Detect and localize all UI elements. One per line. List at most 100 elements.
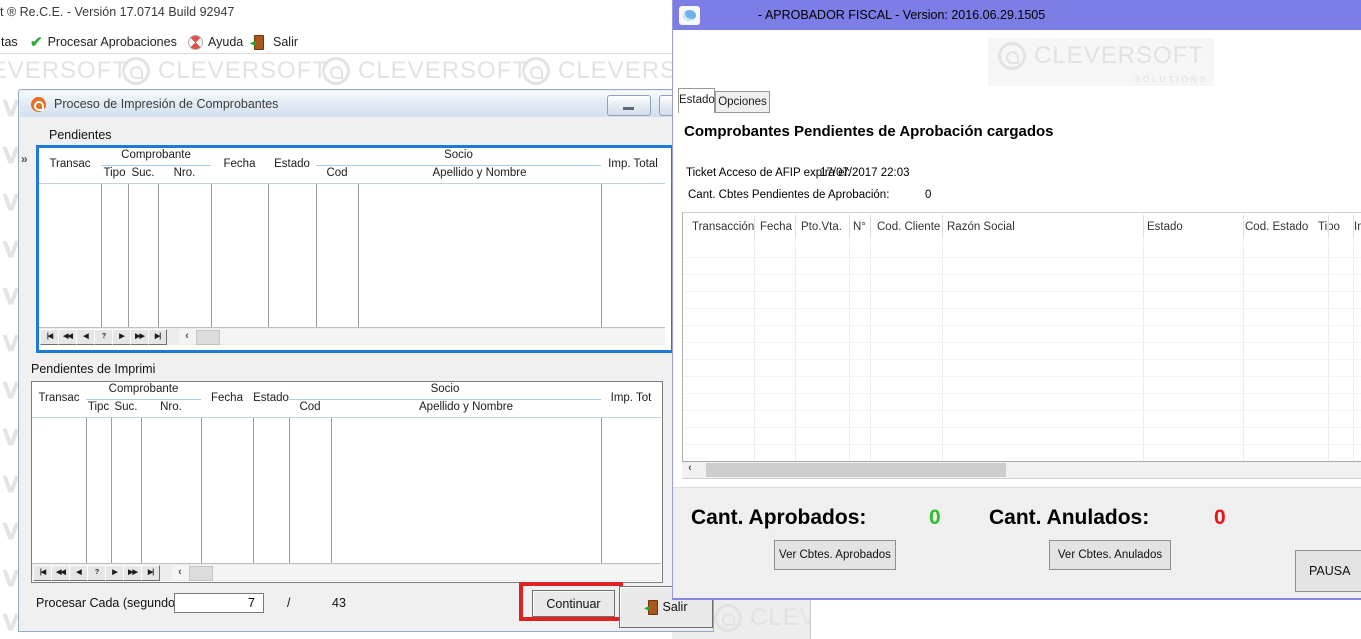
nav-help-button[interactable]: ? — [94, 329, 113, 345]
table1-navigator: |◀ ◀◀ ◀ ? ▶ ▶▶ ▶| ‹ — [39, 327, 665, 345]
pendientes-count-value: 0 — [925, 189, 931, 201]
col-pto-vta: Pto.Vta. — [801, 221, 842, 233]
continuar-button[interactable]: Continuar — [532, 590, 615, 617]
col-estado: Estado — [1147, 221, 1183, 233]
col-suc: Suc. — [128, 167, 158, 179]
col-fecha: Fecha — [201, 392, 253, 404]
pausa-button[interactable]: PAUSA — [1295, 550, 1361, 592]
continuar-label: Continuar — [546, 597, 600, 611]
col-fecha: Fecha — [760, 221, 792, 233]
pendientes-imprimir-label: Pendientes de Imprimi — [31, 362, 155, 376]
nav-prev-page-button[interactable]: ◀◀ — [58, 329, 77, 345]
col-nro: Nro. — [141, 401, 201, 413]
menu-item-procesar-aprobaciones[interactable]: ✔ Procesar Aprobaciones — [30, 31, 177, 53]
ver-aprobados-label: Ver Cbtes. Aprobados — [779, 549, 891, 561]
check-icon: ✔ — [30, 33, 43, 51]
col-nro: Nro. — [158, 167, 211, 179]
col-comprobante: Comprobante — [86, 383, 201, 395]
comprobantes-hscrollbar[interactable]: ‹ — [682, 461, 1361, 479]
col-cod-estado: Cod. Estado — [1245, 221, 1308, 233]
col-numero: N° — [853, 221, 866, 233]
cleversoft-logo-icon — [714, 604, 742, 632]
table1-hscrollbar[interactable]: ‹ — [179, 329, 665, 344]
aprobador-fiscal-window: - APROBADOR FISCAL - Version: 2016.06.29… — [672, 0, 1361, 600]
menu-item-clipped[interactable]: tas — [1, 31, 18, 53]
segundos-input[interactable] — [174, 593, 264, 613]
nav-last-button[interactable]: ▶| — [148, 329, 167, 345]
aprobados-label: Cant. Aprobados: — [691, 506, 866, 530]
cleversoft-logo-icon — [322, 57, 350, 85]
row-marker: » — [21, 152, 28, 166]
menu-item-ayuda-label: Ayuda — [208, 35, 243, 49]
menu-item-salir[interactable]: ◄ Salir — [250, 31, 298, 53]
comprobantes-table[interactable]: Transacción Fecha Pto.Vta. N° Cod. Clien… — [682, 212, 1361, 462]
nav-help-button[interactable]: ? — [87, 565, 106, 581]
anulados-value: 0 — [1214, 506, 1226, 530]
ver-aprobados-button[interactable]: Ver Cbtes. Aprobados — [774, 540, 896, 570]
col-estado: Estado — [268, 158, 316, 170]
nav-prev-button[interactable]: ◀ — [76, 329, 95, 345]
rece-window-title: t ® Re.C.E. - Versión 17.0714 Build 9294… — [0, 5, 640, 19]
col-transac: Transac — [39, 158, 101, 170]
aprobador-window-title: - APROBADOR FISCAL - Version: 2016.06.29… — [758, 8, 1045, 22]
col-imp-total: Imp. Total — [601, 158, 665, 170]
table2-hscrollbar[interactable]: ‹ — [172, 565, 661, 580]
scroll-left-icon[interactable]: ‹ — [682, 462, 698, 476]
col-suc: Suc. — [111, 401, 141, 413]
menu-item-salir-label: Salir — [273, 35, 298, 49]
proceso-impresion-dialog: Proceso de Impresión de Comprobantes Pen… — [18, 89, 714, 632]
col-cod-cliente: Cod. Cliente — [877, 221, 940, 233]
col-imp: Imp — [1354, 221, 1361, 233]
nav-next-button[interactable]: ▶ — [105, 565, 124, 581]
nav-last-button[interactable]: ▶| — [141, 565, 160, 581]
nav-prev-page-button[interactable]: ◀◀ — [51, 565, 70, 581]
cleversoft-logo-icon — [522, 57, 550, 85]
pendientes-count-label: Cant. Cbtes Pendientes de Aprobación: — [688, 189, 889, 201]
aprobados-value: 0 — [929, 506, 941, 530]
ticket-value: 17/07/2017 22:03 — [820, 167, 910, 179]
cleversoft-logo-icon — [998, 42, 1026, 70]
pendientes-imprimir-table[interactable]: Transac Comprobante Tipc Suc. Nro. Fecha… — [31, 381, 663, 583]
minimize-button[interactable] — [607, 95, 651, 116]
pendientes-table[interactable]: Transac Comprobante Tipo Suc. Nro. Fecha… — [36, 145, 674, 353]
tab-estado[interactable]: Estado — [678, 88, 715, 113]
col-transac: Transac — [32, 392, 86, 404]
col-estado: Estado — [253, 392, 289, 404]
col-apellido: Apellido y Nombre — [358, 167, 601, 179]
table2-navigator: |◀ ◀◀ ◀ ? ▶ ▶▶ ▶| ‹ — [32, 563, 661, 581]
scroll-left-icon[interactable]: ‹ — [172, 565, 188, 580]
col-razon-social: Razón Social — [947, 221, 1015, 233]
nav-next-page-button[interactable]: ▶▶ — [123, 565, 142, 581]
tab-opciones[interactable]: Opciones — [715, 91, 770, 113]
nav-next-button[interactable]: ▶ — [112, 329, 131, 345]
nav-prev-button[interactable]: ◀ — [69, 565, 88, 581]
col-tipo: Tipo — [101, 167, 128, 179]
anulados-label: Cant. Anulados: — [989, 506, 1149, 530]
help-icon — [188, 35, 203, 50]
dialog-title: Proceso de Impresión de Comprobantes — [54, 97, 278, 111]
dialog-app-icon — [31, 97, 46, 112]
col-imp-total: Imp. Tot — [601, 392, 661, 404]
col-apellido: Apellido y Nombre — [331, 401, 601, 413]
menu-item-ayuda[interactable]: Ayuda — [188, 31, 243, 53]
scroll-thumb[interactable] — [706, 463, 1006, 477]
menu-item-procesar-label: Procesar Aprobaciones — [48, 35, 177, 49]
scroll-left-icon[interactable]: ‹ — [179, 329, 195, 344]
screen: t ® Re.C.E. - Versión 17.0714 Build 9294… — [0, 0, 1361, 639]
nav-next-page-button[interactable]: ▶▶ — [130, 329, 149, 345]
ver-anulados-button[interactable]: Ver Cbtes. Anulados — [1049, 540, 1171, 570]
nav-first-button[interactable]: |◀ — [40, 329, 59, 345]
comprobantes-table-body — [683, 241, 1361, 462]
col-fecha: Fecha — [211, 158, 268, 170]
slash-separator: / — [287, 596, 290, 610]
pendientes-label: Pendientes — [49, 128, 112, 142]
tab-estado-label: Estado — [679, 94, 715, 106]
cleversoft-logo-icon — [122, 57, 150, 85]
scroll-thumb[interactable] — [196, 330, 220, 345]
summary-panel: Cant. Aprobados: 0 Cant. Anulados: 0 Ver… — [673, 487, 1361, 599]
col-cod: Cod — [289, 401, 331, 413]
col-transaccion: Transacción — [692, 221, 754, 233]
menu-item-clipped-label: tas — [1, 35, 18, 49]
nav-first-button[interactable]: |◀ — [33, 565, 52, 581]
scroll-thumb[interactable] — [189, 566, 213, 581]
